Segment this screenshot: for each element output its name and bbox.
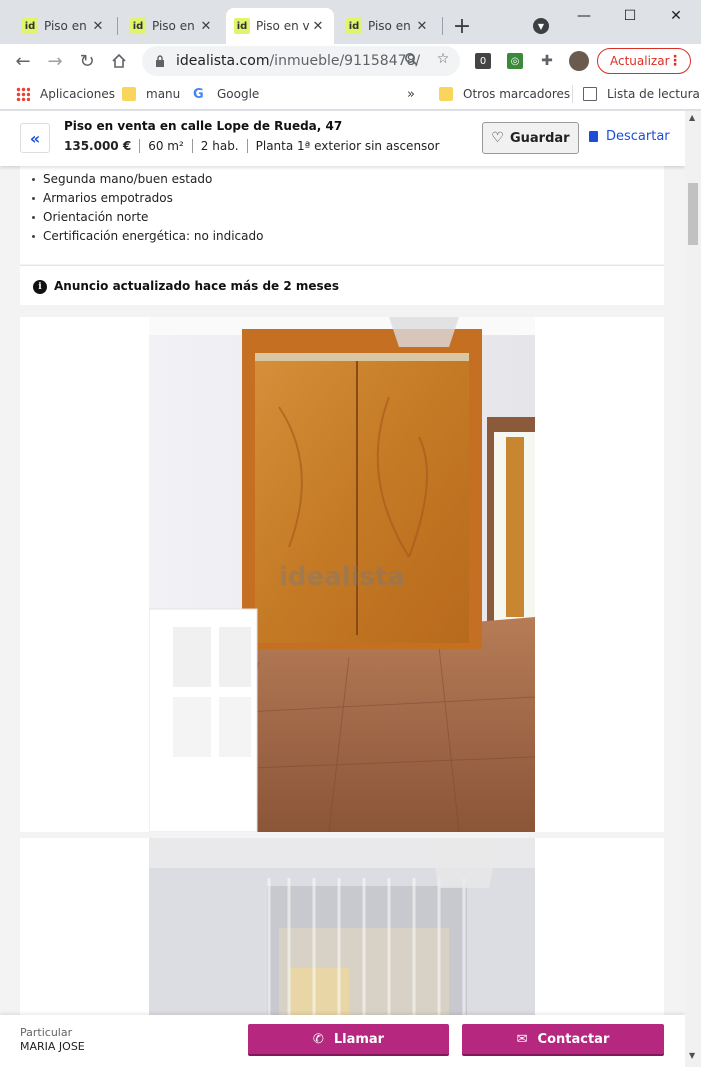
back-chevrons-button[interactable]: « [20, 123, 50, 153]
browser-window: id Piso en v ✕ id Piso en v ✕ id Piso en… [0, 0, 701, 1067]
contact-bar: Particular MARIA JOSE ✆ Llamar ✉ Contact… [0, 1015, 685, 1067]
folder-icon [439, 87, 453, 101]
lock-icon[interactable] [154, 54, 166, 68]
bookmarks-overflow-chevron[interactable]: » [407, 85, 415, 103]
feature-item: Segunda mano/buen estado [32, 170, 263, 189]
tab-title: Piso en v [256, 19, 310, 33]
photo-watermark: idealista [279, 562, 405, 592]
feature-item: Certificación energética: no indicado [32, 227, 263, 246]
bookmark-manu[interactable]: manu [122, 85, 180, 103]
bookmark-google[interactable]: G Google [193, 85, 259, 103]
idealista-favicon-icon: id [130, 18, 146, 34]
forward-arrow-icon[interactable]: → [42, 48, 68, 74]
info-icon: i [33, 280, 47, 294]
bookmark-label: Otros marcadores [463, 87, 571, 101]
tab-1[interactable]: id Piso en v ✕ [14, 8, 114, 44]
bookmark-reading-list[interactable]: Lista de lectura [572, 85, 700, 103]
idealista-favicon-icon: id [22, 18, 38, 34]
minimize-icon[interactable]: — [572, 6, 596, 26]
listing-photo-wardrobe[interactable]: idealista [149, 317, 535, 832]
idealista-favicon-icon: id [346, 18, 362, 34]
call-label: Llamar [333, 1031, 385, 1047]
scroll-down-arrow-icon[interactable]: ▼ [689, 1051, 695, 1060]
close-icon[interactable]: ✕ [198, 18, 214, 34]
sticky-listing-header: « Piso en venta en calle Lope de Rueda, … [0, 111, 685, 166]
updated-notice-text: Anuncio actualizado hace más de 2 meses [54, 279, 339, 293]
tab-title: Piso en v [368, 19, 414, 33]
home-icon[interactable] [106, 48, 132, 74]
price: 135.000 € [64, 139, 132, 153]
seller-type: Particular [20, 1026, 73, 1039]
maximize-icon[interactable]: ☐ [618, 6, 642, 26]
phone-icon: ✆ [312, 1031, 324, 1047]
rooms: 2 hab. [191, 139, 247, 153]
discard-button[interactable]: Descartar [589, 129, 670, 144]
listing-title: Piso en venta en calle Lope de Rueda, 47 [64, 119, 343, 133]
profile-avatar-icon[interactable] [569, 51, 589, 71]
tab-4[interactable]: id Piso en v ✕ [338, 8, 438, 44]
contact-label: Contactar [537, 1031, 610, 1047]
bookmark-label: Google [217, 87, 260, 101]
scrollbar-thumb[interactable] [688, 183, 698, 245]
heart-icon: ♡ [491, 130, 504, 146]
bookmark-apps[interactable]: Aplicaciones [16, 85, 115, 103]
close-icon[interactable]: ✕ [90, 18, 106, 34]
bookmark-label: Aplicaciones [40, 87, 115, 101]
folder-icon [122, 87, 136, 101]
features-card: Segunda mano/buen estado Armarios empotr… [20, 166, 664, 264]
tab-title: Piso en v [44, 19, 90, 33]
bookmark-other[interactable]: Otros marcadores [439, 85, 570, 103]
extensions-puzzle-icon[interactable]: ✚ [539, 53, 555, 69]
contact-button[interactable]: ✉ Contactar [462, 1024, 664, 1056]
extension-map-icon[interactable]: ◎ [507, 53, 523, 69]
bookmark-star-icon[interactable]: ☆ [435, 51, 451, 67]
update-label: Actualizar [610, 54, 670, 68]
close-icon[interactable]: ✕ [414, 18, 430, 34]
reload-icon[interactable]: ↻ [74, 48, 100, 74]
tab-search-chevron-icon[interactable]: ▼ [533, 18, 549, 34]
feature-item: Armarios empotrados [32, 189, 263, 208]
trash-icon [589, 131, 598, 142]
floor: Planta 1ª exterior sin ascensor [246, 139, 448, 153]
updated-notice: i Anuncio actualizado hace más de 2 mese… [20, 265, 664, 305]
area: 60 m² [139, 139, 192, 153]
menu-dots-icon[interactable]: ⋮ [668, 53, 682, 69]
google-icon: G [193, 87, 204, 102]
idealista-favicon-icon: id [234, 18, 250, 34]
bookmark-label: manu [146, 87, 181, 101]
tab-title: Piso en v [152, 19, 198, 33]
photo-card: idealista [20, 317, 664, 832]
feature-item: Orientación norte [32, 208, 263, 227]
save-button[interactable]: ♡ Guardar [482, 122, 579, 154]
close-icon[interactable]: ✕ [310, 18, 326, 34]
url-host: idealista.com [176, 53, 270, 69]
tab-strip: id Piso en v ✕ id Piso en v ✕ id Piso en… [0, 0, 701, 44]
new-tab-plus-icon[interactable]: + [450, 14, 474, 39]
extension-0-icon[interactable]: 0 [475, 53, 491, 69]
back-arrow-icon[interactable]: ← [10, 48, 36, 74]
window-close-icon[interactable]: ✕ [664, 6, 688, 26]
call-button[interactable]: ✆ Llamar [248, 1024, 449, 1056]
features-list: Segunda mano/buen estado Armarios empotr… [32, 170, 263, 246]
update-button[interactable]: Actualizar ⋮ [597, 48, 691, 74]
seller-name: MARIA JOSE [20, 1040, 85, 1053]
bookmark-label: Lista de lectura [607, 87, 700, 101]
scroll-up-arrow-icon[interactable]: ▲ [689, 113, 695, 122]
chat-icon: ✉ [516, 1031, 528, 1047]
browser-toolbar: ← → ↻ idealista.com/inmueble/91158478/ ☆… [0, 44, 701, 78]
url-path: /inmueble/91158478/ [269, 53, 421, 69]
tab-3-active[interactable]: id Piso en v ✕ [226, 8, 334, 44]
listing-facts: 135.000 € 60 m² 2 hab. Planta 1ª exterio… [64, 139, 448, 153]
apps-grid-icon [16, 87, 30, 101]
discard-label: Descartar [606, 129, 670, 144]
page-scrollbar[interactable]: ▲ ▼ [685, 111, 701, 1067]
bookmarks-bar: Aplicaciones manu G Google » Otros marca… [0, 78, 701, 110]
reading-list-icon [583, 87, 597, 101]
save-label: Guardar [509, 130, 570, 146]
zoom-search-icon[interactable] [403, 51, 419, 67]
page-viewport: « Piso en venta en calle Lope de Rueda, … [0, 111, 685, 1067]
tab-2[interactable]: id Piso en v ✕ [122, 8, 222, 44]
